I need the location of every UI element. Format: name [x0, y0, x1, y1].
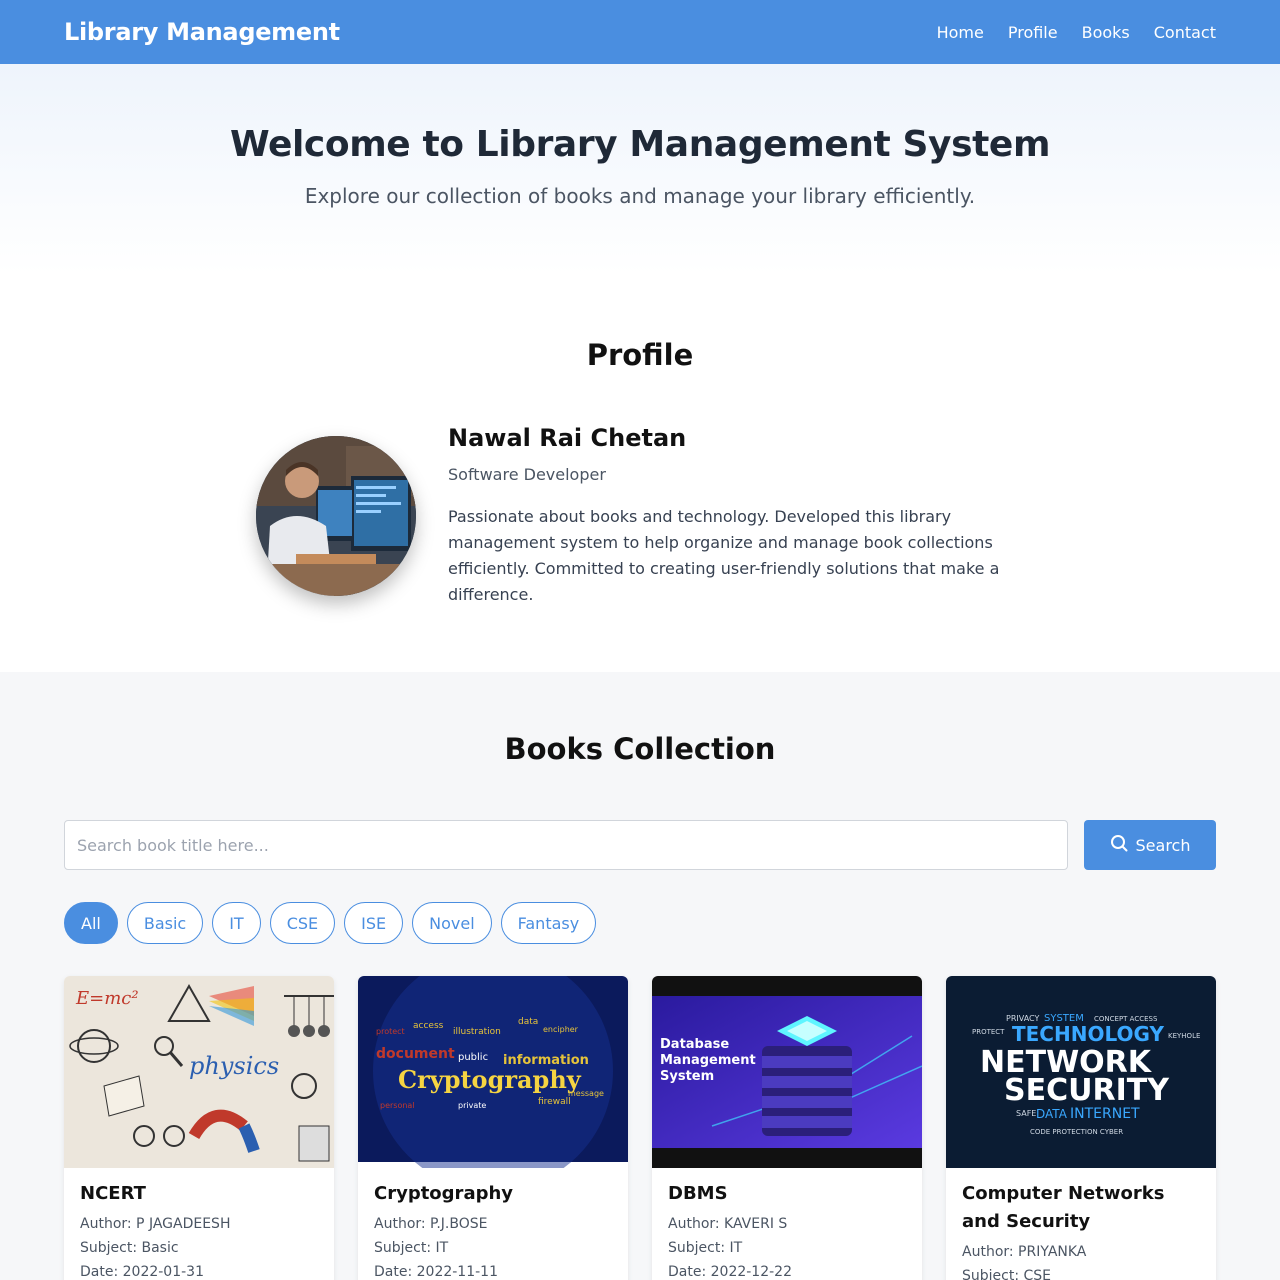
- hero-title: Welcome to Library Management System: [229, 124, 1051, 165]
- profile-heading: Profile: [586, 338, 694, 372]
- book-card[interactable]: PRIVACY SYSTEM CONCEPT ACCESS PROTECT TE…: [946, 976, 1216, 1280]
- svg-text:firewall: firewall: [538, 1097, 571, 1107]
- book-author: Author: PRIYANKA: [962, 1244, 1087, 1260]
- book-author: Author: P JAGADEESH: [80, 1216, 231, 1232]
- svg-text:E=mc²: E=mc²: [75, 988, 139, 1009]
- filter-all[interactable]: All: [64, 902, 118, 944]
- book-cover: protect access illustration data enciphe…: [358, 976, 628, 1168]
- svg-text:SECURITY: SECURITY: [1004, 1073, 1170, 1108]
- book-subject: Subject: IT: [668, 1240, 743, 1256]
- book-cards: E=mc² physics NCERT Author: P JAGADEESH …: [64, 976, 1216, 1280]
- svg-text:personal: personal: [380, 1101, 415, 1110]
- category-filters: All Basic IT CSE ISE Novel Fantasy: [64, 902, 597, 944]
- book-cover: E=mc² physics: [64, 976, 334, 1168]
- filter-cse[interactable]: CSE: [269, 902, 336, 944]
- search-button-label: Search: [1135, 835, 1191, 855]
- svg-text:TECHNOLOGY: TECHNOLOGY: [1012, 1022, 1164, 1046]
- nav-link-home[interactable]: Home: [937, 23, 984, 42]
- book-date: Date: 2022-11-11: [374, 1264, 498, 1280]
- book-title: NCERT: [80, 1183, 146, 1204]
- nav-link-contact[interactable]: Contact: [1154, 23, 1216, 42]
- svg-text:Cryptography: Cryptography: [398, 1065, 582, 1094]
- book-author: Author: P.J.BOSE: [374, 1216, 488, 1232]
- filter-novel[interactable]: Novel: [412, 902, 492, 944]
- svg-text:message: message: [568, 1089, 604, 1098]
- profile-avatar: [256, 436, 416, 596]
- book-card[interactable]: E=mc² physics NCERT Author: P JAGADEESH …: [64, 976, 334, 1280]
- svg-text:Management: Management: [660, 1053, 756, 1068]
- svg-text:private: private: [458, 1101, 486, 1110]
- book-card[interactable]: Database Management System DBMS Author: …: [652, 976, 922, 1280]
- svg-text:document: document: [376, 1046, 455, 1062]
- book-subject: Subject: IT: [374, 1240, 449, 1256]
- profile-name: Nawal Rai Chetan: [448, 424, 687, 452]
- svg-text:INTERNET: INTERNET: [1070, 1106, 1140, 1122]
- svg-text:PROTECT: PROTECT: [972, 1028, 1005, 1036]
- search-button[interactable]: Search: [1084, 820, 1216, 870]
- profile-bio: Passionate about books and technology. D…: [448, 507, 1000, 604]
- book-subject: Subject: CSE: [962, 1268, 1052, 1280]
- book-subject: Subject: Basic: [80, 1240, 179, 1256]
- profile-role: Software Developer: [448, 465, 606, 484]
- svg-text:encipher: encipher: [543, 1025, 579, 1034]
- svg-text:CODE PROTECTION CYBER: CODE PROTECTION CYBER: [1030, 1128, 1123, 1136]
- book-author: Author: KAVERI S: [668, 1216, 788, 1232]
- svg-text:access: access: [413, 1021, 444, 1031]
- svg-text:physics: physics: [189, 1052, 279, 1080]
- svg-text:SAFE: SAFE: [1016, 1109, 1036, 1118]
- books-section: Books Collection Search All Basic IT CSE…: [0, 672, 1280, 1280]
- filter-it[interactable]: IT: [212, 902, 261, 944]
- book-search-input[interactable]: [64, 820, 1068, 870]
- book-date: Date: 2022-01-31: [80, 1264, 204, 1280]
- filter-basic[interactable]: Basic: [126, 902, 204, 944]
- top-navbar: Library Management Home Profile Books Co…: [0, 0, 1280, 64]
- nav-link-books[interactable]: Books: [1082, 23, 1130, 42]
- svg-text:public: public: [458, 1052, 488, 1063]
- svg-text:Database: Database: [660, 1037, 729, 1052]
- search-icon: [1110, 834, 1128, 856]
- svg-text:data: data: [518, 1017, 538, 1027]
- book-title: DBMS: [668, 1183, 728, 1204]
- svg-text:KEYHOLE: KEYHOLE: [1168, 1032, 1200, 1040]
- filter-ise[interactable]: ISE: [344, 902, 404, 944]
- svg-text:System: System: [660, 1069, 714, 1084]
- book-card[interactable]: protect access illustration data enciphe…: [358, 976, 628, 1280]
- svg-text:illustration: illustration: [453, 1027, 501, 1037]
- books-heading: Books Collection: [504, 732, 776, 766]
- book-cover: PRIVACY SYSTEM CONCEPT ACCESS PROTECT TE…: [946, 976, 1216, 1168]
- svg-text:DATA: DATA: [1036, 1107, 1068, 1121]
- svg-text:protect: protect: [376, 1027, 405, 1036]
- hero-section: Welcome to Library Management System Exp…: [0, 64, 1280, 274]
- hero-subtitle: Explore our collection of books and mana…: [304, 184, 976, 208]
- nav-link-profile[interactable]: Profile: [1008, 23, 1058, 42]
- book-title: Computer Networks and Security: [962, 1183, 1165, 1232]
- book-cover: Database Management System: [652, 976, 922, 1168]
- brand-title[interactable]: Library Management: [64, 18, 340, 46]
- book-date: Date: 2022-12-22: [668, 1264, 792, 1280]
- filter-fantasy[interactable]: Fantasy: [500, 902, 597, 944]
- book-title: Cryptography: [374, 1183, 514, 1204]
- nav-links: Home Profile Books Contact: [937, 23, 1216, 42]
